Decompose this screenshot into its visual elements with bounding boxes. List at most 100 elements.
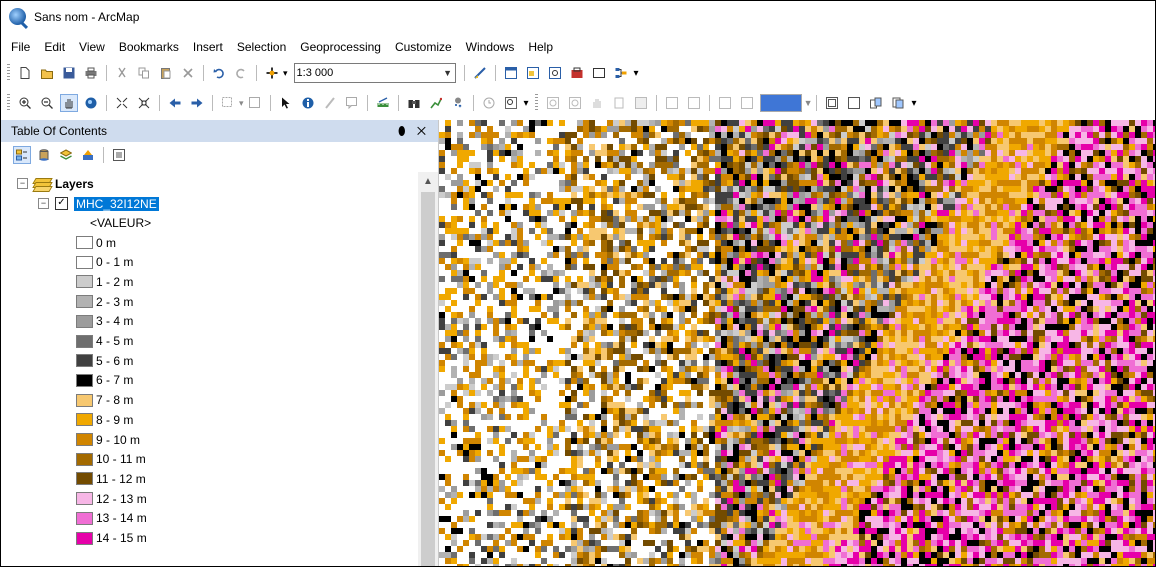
menu-windows[interactable]: Windows	[459, 40, 522, 54]
zoom-100-icon[interactable]	[632, 94, 650, 112]
select-features-dropdown-icon[interactable]: ▾	[239, 98, 244, 109]
legend-color-swatch[interactable]	[76, 511, 93, 525]
toolbar-options-icon[interactable]: ▾	[634, 68, 639, 79]
menu-customize[interactable]: Customize	[388, 40, 459, 54]
legend-color-swatch[interactable]	[76, 531, 93, 545]
fixed-zoom-in-icon[interactable]	[113, 94, 131, 112]
layout-zoom-in-icon[interactable]	[544, 94, 562, 112]
cut-icon[interactable]	[113, 64, 131, 82]
collapse-icon[interactable]: −	[17, 178, 28, 189]
measure-icon[interactable]	[374, 94, 392, 112]
save-button[interactable]	[60, 64, 78, 82]
go-to-xy-icon[interactable]	[449, 94, 467, 112]
menu-file[interactable]: File	[1, 40, 37, 54]
paste-icon[interactable]	[157, 64, 175, 82]
viewer-window-icon[interactable]	[502, 94, 520, 112]
menu-insert[interactable]: Insert	[186, 40, 230, 54]
map-scale-combobox[interactable]: 1:3 000 ▼	[293, 63, 456, 83]
modelbuilder-icon[interactable]	[612, 64, 630, 82]
find-route-icon[interactable]	[427, 94, 445, 112]
pan-icon[interactable]	[60, 94, 78, 112]
map-display[interactable]	[439, 120, 1155, 566]
layout-zoom-percent-box[interactable]	[759, 94, 802, 112]
fixed-zoom-out-layout-icon[interactable]	[685, 94, 703, 112]
arcmap-app-icon[interactable]	[9, 8, 26, 25]
hyperlink-icon[interactable]	[321, 94, 339, 112]
legend-color-swatch[interactable]	[76, 354, 93, 368]
select-elements-icon[interactable]	[277, 94, 295, 112]
back-extent-icon[interactable]	[166, 94, 184, 112]
fixed-zoom-in-layout-icon[interactable]	[663, 94, 681, 112]
legend-color-swatch[interactable]	[76, 433, 93, 446]
toc-vertical-scrollbar[interactable]: ▲	[418, 172, 438, 566]
focus-data-frame-icon[interactable]	[845, 94, 863, 112]
legend-color-swatch[interactable]	[76, 334, 93, 348]
full-extent-icon[interactable]	[82, 94, 100, 112]
arctoolbox-icon[interactable]	[568, 64, 586, 82]
list-by-source-icon[interactable]	[35, 146, 53, 164]
add-data-dropdown-icon[interactable]: ▾	[283, 68, 288, 79]
print-button[interactable]	[82, 64, 100, 82]
list-by-visibility-icon[interactable]	[57, 146, 75, 164]
new-document-button[interactable]	[16, 64, 34, 82]
layers-data-frame-row[interactable]: − Layers	[17, 174, 94, 193]
chevron-down-icon[interactable]: ▼	[441, 68, 455, 78]
redo-icon[interactable]	[232, 64, 250, 82]
toolbar-options-icon[interactable]: ▾	[911, 98, 916, 109]
catalog-window-icon[interactable]	[524, 64, 542, 82]
select-features-icon[interactable]	[219, 94, 237, 112]
zoom-in-icon[interactable]	[16, 94, 34, 112]
layout-zoom-out-icon[interactable]	[566, 94, 584, 112]
toggle-draft-mode-icon[interactable]	[823, 94, 841, 112]
python-window-icon[interactable]	[590, 64, 608, 82]
find-icon[interactable]	[405, 94, 423, 112]
pin-icon[interactable]: ⬮	[398, 124, 410, 138]
clear-selection-icon[interactable]	[246, 94, 264, 112]
editor-toolbar-icon[interactable]	[471, 64, 489, 82]
list-by-drawing-order-icon[interactable]	[13, 146, 31, 164]
toolbar-grip[interactable]	[7, 94, 10, 112]
forward-extent-icon[interactable]	[188, 94, 206, 112]
legend-color-swatch[interactable]	[76, 413, 93, 427]
copy-icon[interactable]	[135, 64, 153, 82]
menu-help[interactable]: Help	[521, 40, 560, 54]
collapse-icon[interactable]: −	[38, 198, 49, 209]
legend-color-swatch[interactable]	[76, 373, 93, 387]
open-button[interactable]	[38, 64, 56, 82]
change-layout-icon[interactable]	[867, 94, 885, 112]
legend-color-swatch[interactable]	[76, 275, 93, 289]
chevron-down-icon[interactable]: ▼	[804, 98, 813, 108]
menu-view[interactable]: View	[72, 40, 112, 54]
scroll-up-icon[interactable]: ▲	[423, 176, 433, 187]
legend-color-swatch[interactable]	[76, 236, 93, 249]
menu-edit[interactable]: Edit	[37, 40, 72, 54]
list-by-selection-icon[interactable]	[79, 146, 97, 164]
scroll-thumb[interactable]	[421, 192, 435, 566]
previous-extent-layout-icon[interactable]	[716, 94, 734, 112]
delete-icon[interactable]	[179, 64, 197, 82]
time-slider-icon[interactable]	[480, 94, 498, 112]
next-extent-layout-icon[interactable]	[738, 94, 756, 112]
toolbar-grip[interactable]	[7, 64, 10, 82]
table-of-contents-window-icon[interactable]	[502, 64, 520, 82]
legend-color-swatch[interactable]	[76, 472, 93, 486]
zoom-whole-page-icon[interactable]	[610, 94, 628, 112]
undo-icon[interactable]	[210, 64, 228, 82]
layer-visibility-checkbox[interactable]: ✓	[55, 197, 68, 210]
zoom-out-icon[interactable]	[38, 94, 56, 112]
close-icon[interactable]: ✕	[417, 124, 430, 138]
legend-color-swatch[interactable]	[76, 314, 93, 328]
toolbar-options-icon[interactable]: ▾	[524, 98, 529, 109]
layout-pan-icon[interactable]	[588, 94, 606, 112]
layer-name-label[interactable]: MHC_32I12NE	[74, 196, 159, 211]
legend-color-swatch[interactable]	[76, 295, 93, 309]
menu-selection[interactable]: Selection	[230, 40, 293, 54]
legend-color-swatch[interactable]	[76, 393, 93, 407]
toolbar-grip[interactable]	[534, 94, 538, 112]
fixed-zoom-out-icon[interactable]	[135, 94, 153, 112]
search-window-icon[interactable]	[546, 64, 564, 82]
menu-geoprocessing[interactable]: Geoprocessing	[293, 40, 388, 54]
layer-row[interactable]: − ✓ MHC_32I12NE	[38, 194, 159, 213]
identify-icon[interactable]	[299, 94, 317, 112]
legend-color-swatch[interactable]	[76, 492, 93, 506]
